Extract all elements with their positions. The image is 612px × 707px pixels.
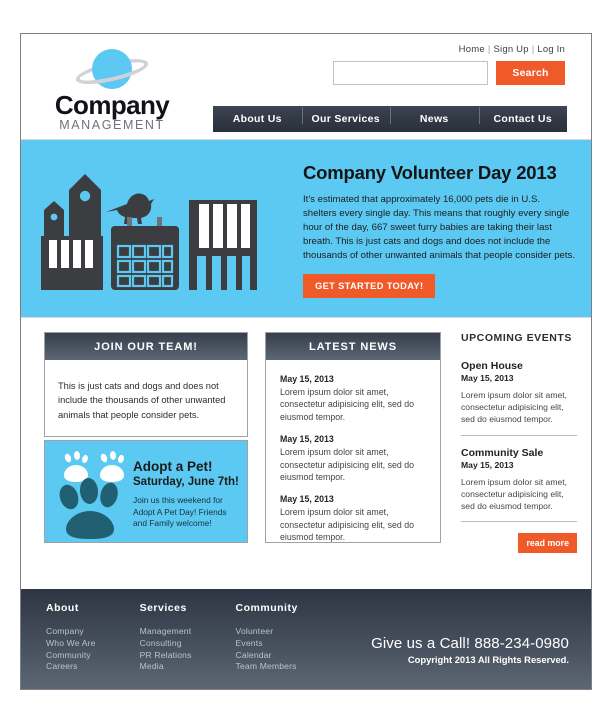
page-frame: Company MANAGEMENT Home | Sign Up | Log In S… xyxy=(20,33,592,690)
planet-icon xyxy=(47,46,177,92)
nav-item-contact-us[interactable]: Contact Us xyxy=(478,107,568,125)
event-name: Community Sale xyxy=(461,446,544,459)
city-calendar-bird-icon xyxy=(41,174,257,290)
footer-column-community: Community Volunteer Events Calendar Team… xyxy=(236,602,298,673)
utility-link-home[interactable]: Home xyxy=(459,44,485,55)
utility-link-login[interactable]: Log In xyxy=(537,44,565,55)
event-name: Open House xyxy=(461,360,523,372)
upcoming-events-section: UPCOMING EVENTS Open House May 15, 2013 … xyxy=(461,332,577,554)
footer-link[interactable]: Media xyxy=(140,661,192,673)
get-started-button[interactable]: GET STARTED TODAY! xyxy=(303,274,436,299)
footer-link[interactable]: PR Relations xyxy=(140,650,192,662)
footer-link[interactable]: Events xyxy=(236,638,298,650)
hero-banner: Company Volunteer Day 2013 It's estimate… xyxy=(21,139,591,318)
footer-link[interactable]: Company xyxy=(46,626,96,638)
news-list-item[interactable]: May 15, 2013 Lorem ipsum dolor sit amet,… xyxy=(280,494,426,543)
adopt-a-pet-promo[interactable]: Adopt a Pet! Saturday, June 7th! Join us… xyxy=(44,440,248,543)
footer-link[interactable]: Management xyxy=(140,626,192,638)
read-more-button[interactable]: read more xyxy=(518,533,577,554)
news-item-date: May 15, 2013 xyxy=(280,374,334,384)
join-panel-heading: JOIN OUR TEAM! xyxy=(45,333,247,360)
news-item-text: Lorem ipsum dolor sit amet, consectetur … xyxy=(280,507,414,543)
footer-link[interactable]: Careers xyxy=(46,661,96,673)
footer-column-title: Community xyxy=(235,602,298,614)
footer-column-title: Services xyxy=(139,602,187,614)
utility-link-signup[interactable]: Sign Up xyxy=(494,44,529,55)
nav-item-about-us[interactable]: About Us xyxy=(213,113,302,125)
event-date: May 15, 2013 xyxy=(461,459,514,470)
hero-title: Company Volunteer Day 2013 xyxy=(303,162,557,183)
adopt-copy: Adopt a Pet! Saturday, June 7th! Join us… xyxy=(133,459,241,530)
footer-link[interactable]: Who We Are xyxy=(46,638,96,650)
event-date: May 15, 2013 xyxy=(461,373,514,383)
event-text: Lorem ipsum dolor sit amet, consectetur … xyxy=(461,390,568,425)
latest-news-panel: LATEST NEWS May 15, 2013 Lorem ipsum dol… xyxy=(265,332,441,543)
events-heading: UPCOMING EVENTS xyxy=(461,332,572,344)
adopt-body-text: Join us this weekend for Adopt A Pet Day… xyxy=(133,495,227,529)
footer-link[interactable]: Volunteer xyxy=(236,626,298,638)
search-input[interactable] xyxy=(333,61,488,85)
utility-separator: | xyxy=(487,44,491,55)
event-list-item[interactable]: Open House May 15, 2013 Lorem ipsum dolo… xyxy=(461,360,577,436)
footer-link[interactable]: Consulting xyxy=(140,638,192,650)
utility-nav: Home | Sign Up | Log In xyxy=(459,44,565,55)
join-panel-text: This is just cats and dogs and does not … xyxy=(58,381,226,420)
logo-company-name: Company xyxy=(54,90,170,120)
search-bar: Search xyxy=(333,61,565,85)
event-list-item[interactable]: Community Sale May 15, 2013 Lorem ipsum … xyxy=(461,447,577,523)
adopt-title: Adopt a Pet! xyxy=(133,459,213,474)
hero-body-text: It's estimated that approximately 16,000… xyxy=(303,194,576,262)
footer-link[interactable]: Community xyxy=(46,650,96,662)
news-panel-heading: LATEST NEWS xyxy=(266,333,440,360)
footer-phone: Give us a Call! 888-234-0980 xyxy=(371,635,569,652)
main-content: JOIN OUR TEAM! This is just cats and dog… xyxy=(21,318,591,571)
utility-separator: | xyxy=(531,44,535,55)
paw-print-icon xyxy=(59,451,124,539)
footer-column-services: Services Management Consulting PR Relati… xyxy=(140,602,192,673)
news-item-text: Lorem ipsum dolor sit amet, consectetur … xyxy=(280,387,414,422)
news-list-item[interactable]: May 15, 2013 Lorem ipsum dolor sit amet,… xyxy=(280,374,426,423)
footer-link-columns: About Company Who We Are Community Caree… xyxy=(46,602,342,673)
footer-copyright: Copyright 2013 All Rights Reserved. xyxy=(407,654,569,665)
join-our-team-panel: JOIN OUR TEAM! This is just cats and dog… xyxy=(44,332,248,437)
main-nav: About Us Our Services News Contact Us xyxy=(213,106,567,132)
news-list-item[interactable]: May 15, 2013 Lorem ipsum dolor sit amet,… xyxy=(280,434,426,483)
footer-column-title: About xyxy=(46,602,79,614)
footer-contact: Give us a Call! 888-234-0980 Copyright 2… xyxy=(371,634,569,667)
hero-copy: Company Volunteer Day 2013 It's estimate… xyxy=(303,162,576,299)
search-button[interactable]: Search xyxy=(496,61,565,85)
footer-column-about: About Company Who We Are Community Caree… xyxy=(46,602,96,673)
site-footer: About Company Who We Are Community Caree… xyxy=(21,589,591,689)
event-text: Lorem ipsum dolor sit amet, consectetur … xyxy=(461,476,568,512)
news-item-text: Lorem ipsum dolor sit amet, consectetur … xyxy=(280,447,414,483)
nav-item-our-services[interactable]: Our Services xyxy=(301,107,391,125)
footer-link[interactable]: Calendar xyxy=(236,650,298,662)
nav-item-news[interactable]: News xyxy=(390,107,479,125)
site-header: Company MANAGEMENT Home | Sign Up | Log In S… xyxy=(21,34,591,139)
footer-link[interactable]: Team Members xyxy=(236,661,298,673)
site-logo[interactable]: Company MANAGEMENT xyxy=(47,46,177,132)
news-item-date: May 15, 2013 xyxy=(280,494,334,505)
news-item-date: May 15, 2013 xyxy=(280,434,334,445)
logo-tagline: MANAGEMENT xyxy=(59,118,165,132)
adopt-subtitle: Saturday, June 7th! xyxy=(133,476,239,488)
